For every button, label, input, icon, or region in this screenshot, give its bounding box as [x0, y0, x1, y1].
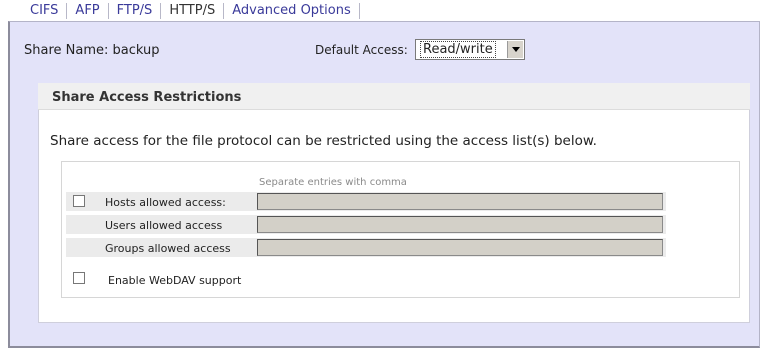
tab-cifs[interactable]: CIFS: [22, 3, 68, 19]
share-name-label: Share Name: backup: [24, 43, 160, 58]
default-access-select[interactable]: Read/write: [415, 39, 525, 60]
hosts-allowed-label: Hosts allowed access:: [105, 196, 226, 209]
panel-title: Share Access Restrictions: [52, 90, 242, 105]
tab-https[interactable]: HTTP/S: [161, 3, 225, 19]
restrictions-description: Share access for the file protocol can b…: [50, 133, 597, 149]
groups-allowed-field[interactable]: [257, 239, 663, 256]
users-allowed-label: Users allowed access: [105, 219, 223, 232]
tab-ftps[interactable]: FTP/S: [109, 3, 162, 19]
webdav-checkbox[interactable]: [73, 272, 85, 284]
default-access-value: Read/write: [420, 41, 496, 58]
protocol-tabs: CIFS AFP FTP/S HTTP/S Advanced Options: [22, 0, 360, 22]
separator-hint: Separate entries with comma: [259, 177, 407, 188]
hosts-restrict-checkbox[interactable]: [73, 195, 85, 207]
default-access-label: Default Access:: [315, 43, 408, 57]
hosts-allowed-field[interactable]: [257, 193, 663, 210]
chevron-down-icon[interactable]: [507, 41, 523, 58]
users-allowed-field[interactable]: [257, 216, 663, 233]
tab-advanced-options[interactable]: Advanced Options: [224, 3, 360, 19]
tab-afp[interactable]: AFP: [67, 3, 109, 19]
groups-allowed-label: Groups allowed access: [105, 242, 231, 255]
webdav-label: Enable WebDAV support: [108, 274, 242, 287]
